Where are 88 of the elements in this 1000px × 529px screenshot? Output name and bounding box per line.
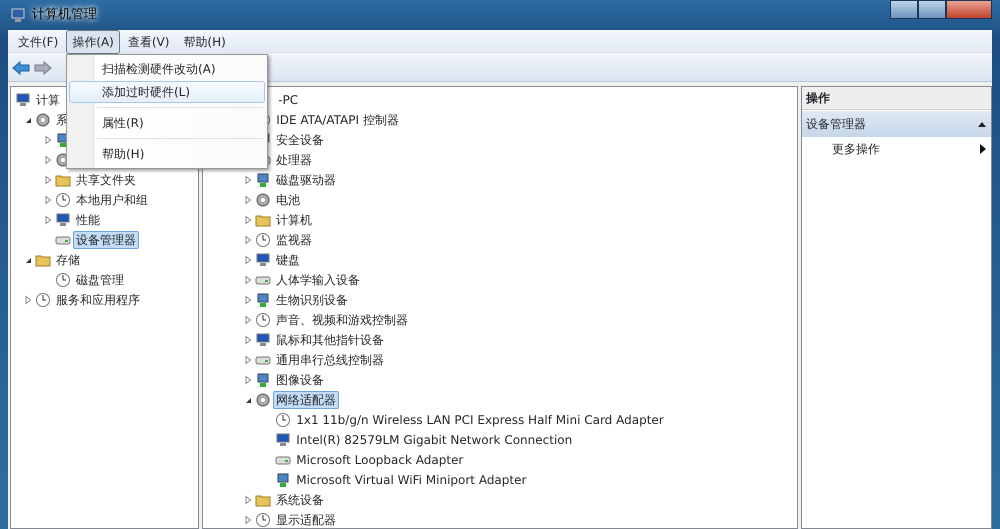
menu-option[interactable]: 属性(R) — [69, 112, 265, 134]
menu-item[interactable]: 操作(A) — [66, 30, 120, 54]
collapsed-arrow-icon[interactable] — [243, 195, 254, 205]
tree-item[interactable]: 监视器 — [273, 231, 316, 249]
tree-item[interactable]: 网络适配器 — [273, 391, 340, 409]
menu-item[interactable]: 帮助(H) — [177, 30, 232, 54]
tree-item[interactable]: 磁盘驱动器 — [273, 171, 340, 189]
tree-item[interactable]: 性能 — [73, 211, 103, 229]
collapsed-arrow-icon[interactable] — [243, 175, 254, 185]
gear-icon — [255, 392, 272, 408]
collapsed-arrow-icon[interactable] — [43, 195, 53, 205]
tree-item[interactable]: 设备管理器 — [73, 231, 139, 249]
collapsed-arrow-icon[interactable] — [243, 495, 254, 505]
clock-icon — [255, 312, 272, 328]
tree-item[interactable]: 通用串行总线控制器 — [273, 351, 388, 369]
network-icon — [255, 292, 272, 308]
collapsed-arrow-icon[interactable] — [43, 175, 53, 185]
tree-item[interactable]: 生物识别设备 — [273, 291, 352, 309]
computer-icon — [15, 92, 31, 108]
collapsed-arrow-icon[interactable] — [43, 215, 53, 225]
tree-item[interactable]: Microsoft Loopback Adapter — [293, 451, 466, 469]
clock-icon — [275, 412, 292, 428]
maximize-button[interactable] — [918, 0, 946, 19]
computer-icon — [275, 432, 292, 448]
tree-item[interactable]: IDE ATA/ATAPI 控制器 — [273, 111, 402, 129]
tree-item[interactable]: 显示适配器 — [273, 511, 340, 528]
collapsed-arrow-icon[interactable] — [243, 255, 254, 265]
tree-item[interactable]: 鼠标和其他指针设备 — [273, 331, 388, 349]
tree-item[interactable]: Intel(R) 82579LM Gigabit Network Connection — [293, 431, 576, 449]
section-title: 设备管理器 — [806, 116, 866, 133]
tree-item[interactable]: 计算机 — [273, 211, 316, 229]
tree-item[interactable]: 本地用户和组 — [73, 191, 151, 209]
collapsed-arrow-icon[interactable] — [243, 295, 254, 305]
minimize-button[interactable] — [890, 0, 918, 19]
tree-item[interactable]: 安全设备 — [273, 131, 328, 149]
collapsed-arrow-icon[interactable] — [243, 375, 254, 385]
computer-icon — [10, 7, 26, 23]
menu-item[interactable]: 文件(F) — [12, 30, 64, 54]
collapsed-arrow-icon[interactable] — [243, 335, 254, 345]
tree-item[interactable]: 系统设备 — [273, 491, 328, 509]
collapsed-arrow-icon[interactable] — [243, 215, 254, 225]
tree-item[interactable]: 电池 — [273, 191, 304, 209]
tree-item[interactable]: 处理器 — [273, 151, 316, 169]
clock-icon — [35, 292, 51, 308]
tree-item[interactable]: 1x1 11b/g/n Wireless LAN PCI Express Half Mini Card Adapter — [293, 411, 667, 429]
pane-header: 操作 — [802, 87, 991, 110]
tree-item[interactable]: 磁盘管理 — [73, 271, 127, 289]
collapsed-arrow-icon[interactable] — [43, 155, 53, 165]
action-item[interactable]: 更多操作 — [802, 137, 991, 161]
collapsed-arrow-icon[interactable] — [243, 315, 254, 325]
collapsed-arrow-icon[interactable] — [243, 515, 254, 525]
computer-icon — [55, 212, 71, 228]
clock-icon — [55, 192, 71, 208]
gear-icon — [255, 192, 272, 208]
window-title: 计算机管理 — [32, 6, 97, 24]
tree-item[interactable]: 计算 — [33, 91, 63, 109]
collapsed-arrow-icon[interactable] — [243, 355, 254, 365]
menu-item[interactable]: 查看(V) — [122, 30, 176, 54]
gear-icon — [35, 112, 51, 128]
collapsed-arrow-icon[interactable] — [243, 275, 254, 285]
forward-icon[interactable] — [34, 61, 52, 75]
tree-item[interactable]: 声音、视频和游戏控制器 — [273, 311, 412, 329]
tree-item[interactable]: 人体学输入设备 — [273, 271, 364, 289]
tree-item[interactable]: 共享文件夹 — [73, 171, 139, 189]
back-icon[interactable] — [12, 61, 30, 75]
clock-icon — [55, 272, 71, 288]
menu-option[interactable]: 帮助(H) — [69, 143, 265, 165]
computer-icon — [255, 332, 272, 348]
network-icon — [275, 472, 292, 488]
clock-icon — [255, 232, 272, 248]
tree-item[interactable]: 图像设备 — [273, 371, 328, 389]
collapse-arrow-icon[interactable] — [977, 120, 987, 128]
network-icon — [255, 372, 272, 388]
collapsed-arrow-icon[interactable] — [43, 135, 53, 145]
collapsed-arrow-icon[interactable] — [243, 235, 254, 245]
menu-option[interactable]: 添加过时硬件(L) — [69, 81, 265, 103]
section-header[interactable]: 设备管理器 — [802, 111, 991, 137]
menu-option[interactable]: 扫描检测硬件改动(A) — [69, 58, 265, 80]
tree-item[interactable]: Microsoft Virtual WiFi Miniport Adapter — [293, 471, 530, 489]
close-button[interactable] — [946, 0, 992, 19]
network-icon — [255, 172, 272, 188]
submenu-arrow-icon — [979, 144, 987, 154]
computer-icon — [255, 252, 272, 268]
tree-item[interactable]: 存储 — [53, 251, 83, 269]
tree-item[interactable]: -PC — [275, 91, 302, 109]
collapsed-arrow-icon[interactable] — [23, 295, 33, 305]
tree-item[interactable]: 服务和应用程序 — [53, 291, 143, 309]
tree-item[interactable]: 键盘 — [273, 251, 304, 269]
